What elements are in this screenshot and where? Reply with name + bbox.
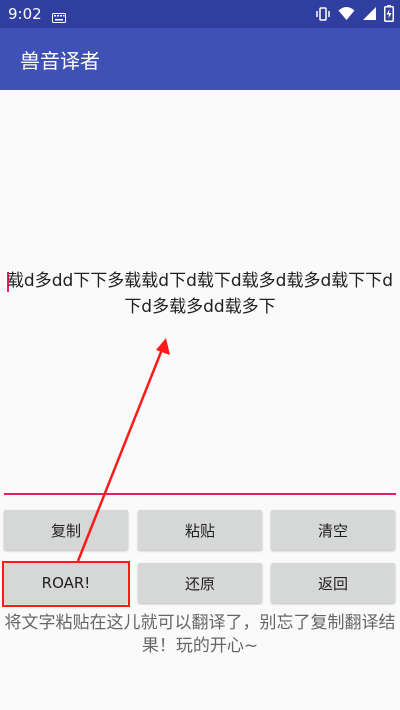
wifi-icon (338, 6, 355, 25)
translation-input[interactable]: 载d多dd下下多载载d下d载下d载多d载多d载下下d下d多载多dd载多下 (4, 90, 396, 496)
status-time: 9:02 (8, 5, 42, 23)
signal-icon (362, 6, 377, 25)
app-title: 兽音译者 (20, 49, 100, 73)
status-bar: 9:02 (0, 0, 400, 28)
roar-button[interactable]: ROAR! (4, 563, 128, 603)
translation-input-text: 载d多dd下下多载载d下d载下d载多d载多d载下下d下d多载多dd载多下 (6, 271, 394, 317)
keyboard-icon (52, 8, 66, 27)
paste-button[interactable]: 粘贴 (138, 510, 262, 550)
copy-button[interactable]: 复制 (4, 510, 128, 550)
battery-icon (384, 5, 394, 26)
vibrate-icon (315, 6, 331, 26)
hint-text: 将文字粘贴在这儿就可以翻译了，别忘了复制翻译结果！玩的开心~ (4, 613, 396, 656)
back-button[interactable]: 返回 (271, 563, 395, 603)
input-underline (4, 493, 396, 495)
app-bar: 兽音译者 (0, 28, 400, 90)
restore-button[interactable]: 还原 (138, 563, 262, 603)
clear-button[interactable]: 清空 (271, 510, 395, 550)
